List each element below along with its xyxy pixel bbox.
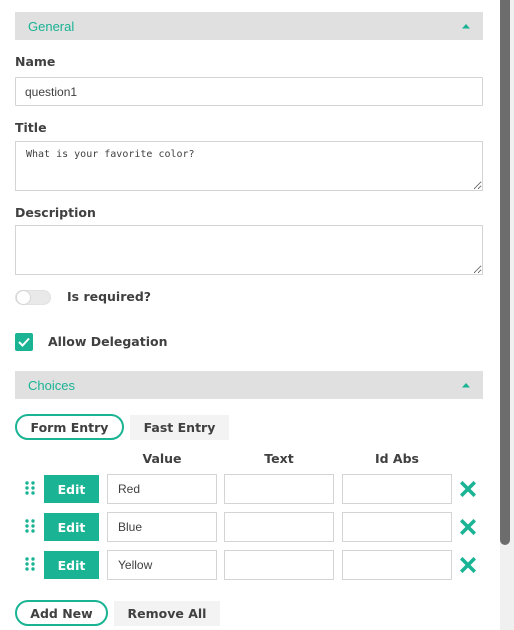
choices-section-title: Choices <box>28 377 75 393</box>
general-section-header[interactable]: General <box>15 12 483 40</box>
choice-text-input[interactable] <box>224 512 334 542</box>
chevron-up-icon[interactable] <box>462 23 470 29</box>
remove-all-button[interactable]: Remove All <box>114 601 220 626</box>
delegation-label: Allow Delegation <box>48 334 168 349</box>
drag-handle-icon[interactable] <box>24 481 36 495</box>
required-label: Is required? <box>67 289 152 304</box>
choice-id-abs-input[interactable] <box>342 512 452 542</box>
name-input[interactable] <box>15 77 483 106</box>
close-icon[interactable] <box>460 557 476 573</box>
choice-text-input[interactable] <box>224 550 334 580</box>
choice-id-abs-input[interactable] <box>342 550 452 580</box>
close-icon[interactable] <box>460 481 476 497</box>
general-section-title: General <box>28 18 75 34</box>
choice-value-input[interactable] <box>107 474 217 504</box>
name-label: Name <box>15 54 56 69</box>
drag-handle-icon[interactable] <box>24 557 36 571</box>
delegation-checkbox[interactable] <box>15 333 33 351</box>
column-header-id-abs: Id Abs <box>374 451 419 466</box>
edit-button[interactable]: Edit <box>44 475 99 503</box>
edit-button[interactable]: Edit <box>44 551 99 579</box>
drag-handle-icon[interactable] <box>24 519 36 533</box>
description-textarea[interactable] <box>15 225 483 275</box>
edit-button[interactable]: Edit <box>44 513 99 541</box>
title-textarea[interactable]: What is your favorite color? <box>15 141 483 191</box>
column-header-value: Value <box>142 451 182 466</box>
chevron-up-icon[interactable] <box>462 382 470 388</box>
choices-section-header[interactable]: Choices <box>15 371 483 399</box>
add-new-button[interactable]: Add New <box>15 600 108 626</box>
tab-fast-entry[interactable]: Fast Entry <box>130 415 229 440</box>
required-toggle[interactable] <box>15 290 51 305</box>
scrollbar-thumb[interactable] <box>500 0 510 545</box>
toggle-knob <box>16 290 31 305</box>
column-header-text: Text <box>264 451 294 466</box>
choice-id-abs-input[interactable] <box>342 474 452 504</box>
check-icon <box>18 337 30 347</box>
choice-value-input[interactable] <box>107 512 217 542</box>
close-icon[interactable] <box>460 519 476 535</box>
choice-value-input[interactable] <box>107 550 217 580</box>
choice-text-input[interactable] <box>224 474 334 504</box>
description-label: Description <box>15 205 96 220</box>
title-label: Title <box>15 120 47 135</box>
tab-form-entry[interactable]: Form Entry <box>15 414 124 440</box>
